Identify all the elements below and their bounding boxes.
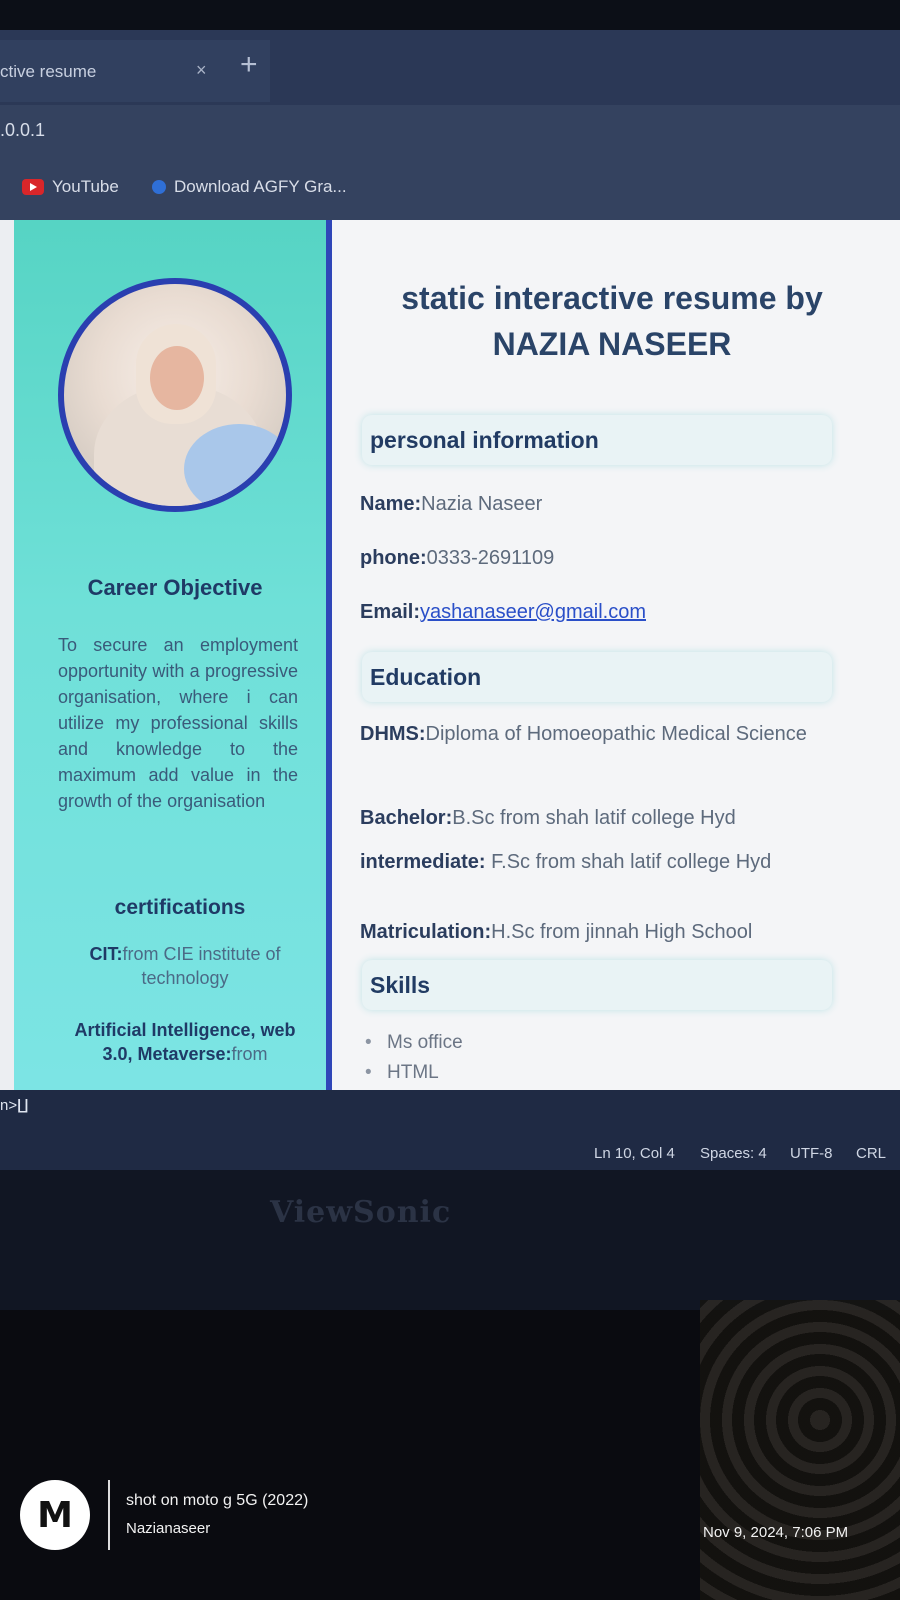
- editor-status-bar: n>∐ Ln 10, Col 4 Spaces: 4 UTF-8 CRL: [0, 1090, 900, 1170]
- email-row: Email:yashanaseer@gmail.com: [360, 601, 646, 623]
- cert-item: CIT:from CIE institute of technology: [89, 944, 281, 988]
- tab-close-icon[interactable]: ×: [196, 60, 207, 81]
- page-title: static interactive resume by NAZIA NASEE…: [401, 280, 823, 362]
- education-item: DHMS:Diploma of Homoeopathic Medical Sci…: [360, 723, 807, 745]
- left-gutter: [0, 220, 14, 1090]
- bookmark-label: YouTube: [52, 177, 119, 196]
- terminal-prompt: n>∐: [0, 1097, 29, 1114]
- skills-section: Skills: [362, 960, 832, 1010]
- fabric-pattern: [700, 1300, 900, 1600]
- skill-item: HTML: [365, 1062, 439, 1084]
- education-section: Education: [362, 652, 832, 702]
- monitor-bezel: [0, 1170, 900, 1310]
- career-objective-heading: Career Objective: [87, 575, 263, 600]
- bookmark-label: Download AGFY Gra...: [174, 177, 347, 196]
- watermark-device: shot on moto g 5G (2022): [126, 1492, 309, 1509]
- eol-setting[interactable]: CRL: [856, 1145, 886, 1162]
- tab-title: ctive resume: [0, 62, 97, 81]
- education-heading: Education: [370, 664, 482, 690]
- encoding-setting[interactable]: UTF-8: [790, 1145, 833, 1162]
- career-objective-text: To secure an employment opportunity with…: [58, 635, 298, 811]
- skill-item: Ms office: [365, 1032, 463, 1054]
- page-viewport: Career Objective To secure an employment…: [0, 220, 900, 1090]
- new-tab-icon[interactable]: +: [240, 50, 258, 80]
- tab-strip: ctive resume × +: [0, 30, 900, 105]
- watermark-user: Nazianaseer: [126, 1520, 211, 1537]
- watermark-divider: [108, 1480, 110, 1550]
- certifications-heading: certifications: [114, 896, 246, 919]
- skills-heading: Skills: [370, 972, 431, 998]
- address-text: .0.0.1: [0, 120, 46, 140]
- cert-item: Artificial Intelligence, web 3.0, Metave…: [74, 1020, 296, 1064]
- cursor-position[interactable]: Ln 10, Col 4: [594, 1145, 675, 1162]
- email-link[interactable]: yashanaseer@gmail.com: [420, 601, 646, 623]
- watermark-date: Nov 9, 2024, 7:06 PM: [703, 1524, 849, 1541]
- top-bezel: [0, 0, 900, 30]
- motorola-logo-icon: M: [20, 1480, 90, 1550]
- bookmark-download[interactable]: Download AGFY Gra...: [152, 177, 347, 197]
- education-item: intermediate: F.Sc from shah latif colle…: [360, 851, 772, 873]
- personal-info-heading: personal information: [370, 427, 599, 453]
- browser-tab[interactable]: ctive resume ×: [0, 40, 270, 102]
- monitor-screen: ctive resume × + .0.0.1 YouTube Download…: [0, 0, 900, 1190]
- name-row: Name:Nazia Naseer: [360, 493, 543, 515]
- indent-setting[interactable]: Spaces: 4: [700, 1145, 767, 1162]
- bookmark-youtube[interactable]: YouTube: [22, 177, 119, 197]
- profile-photo: [58, 278, 292, 512]
- bookmarks-bar: YouTube Download AGFY Gra...: [0, 157, 900, 220]
- education-item: Matriculation:H.Sc from jinnah High Scho…: [360, 921, 753, 943]
- download-icon: [152, 180, 166, 194]
- phone-row: phone:0333-2691109: [360, 547, 555, 569]
- personal-info-section: personal information: [362, 415, 832, 465]
- resume-main: static interactive resume by NAZIA NASEE…: [332, 220, 900, 1090]
- youtube-icon: [22, 179, 44, 195]
- monitor-brand-logo: ViewSonic: [270, 1195, 452, 1230]
- education-item: Bachelor:B.Sc from shah latif college Hy…: [360, 807, 736, 829]
- address-bar[interactable]: .0.0.1: [0, 105, 900, 157]
